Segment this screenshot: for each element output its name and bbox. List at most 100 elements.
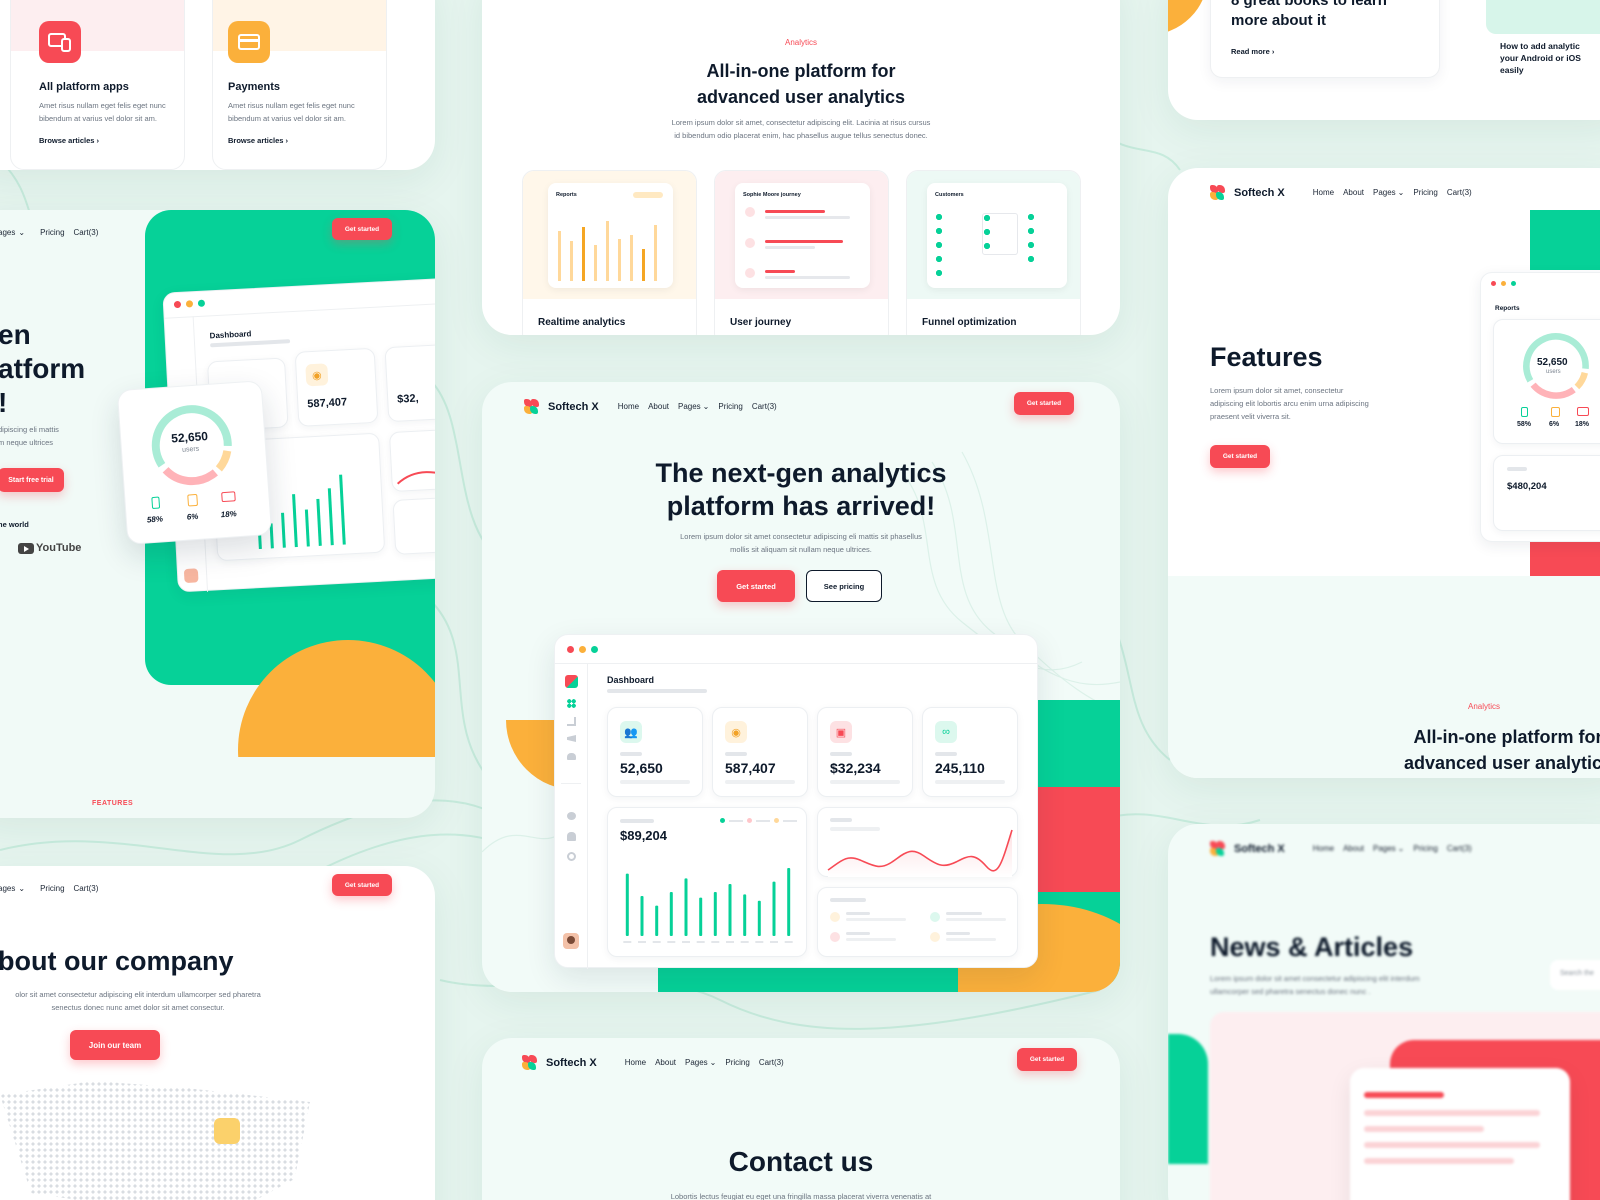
feature-card-realtime[interactable]: Reports Realtime analytics [522,170,697,335]
pct-tablet: 6% [1549,421,1560,428]
list-item[interactable] [830,932,840,942]
pct-desktop: 18% [220,509,238,520]
chart-bar [640,896,644,936]
chat-icon[interactable] [567,812,576,820]
help-card-apps[interactable]: All platform apps Amet risus nullam eget… [10,0,185,170]
article-card[interactable]: 8 great books to learn more about it Read… [1210,0,1440,78]
hero-bottom-green [658,967,958,992]
nav-pricing[interactable]: Pricing [1413,844,1437,853]
get-started-button[interactable]: Get started [1014,392,1074,415]
nav-pages[interactable]: Pages [1373,844,1396,853]
list-item[interactable] [830,912,840,922]
nav-pricing[interactable]: Pricing [1413,188,1437,197]
nav-cart[interactable]: Cart(3) [74,228,99,237]
help-card-text: Amet risus nullam eget felis eget nunc b… [228,101,355,123]
nav-pages[interactable]: Pages [685,1058,708,1067]
nav-cart[interactable]: Cart(3) [752,402,777,411]
nav-home[interactable]: Home [618,402,639,411]
chart-icon[interactable] [567,717,576,726]
feature-card-funnel[interactable]: Customers Funnel optimization [906,170,1081,335]
x-tick [623,941,632,943]
avatar[interactable] [563,933,579,949]
stat-card-links[interactable]: ∞ 245,110 [922,707,1018,797]
laptop-icon [221,491,236,503]
chart-bar [728,884,732,936]
link-icon [745,268,755,278]
nav-pages[interactable]: Pages [678,402,701,411]
nav-pages[interactable]: Pages [1373,188,1396,197]
x-tick [682,941,690,943]
stat-card-users[interactable]: 👥 52,650 [607,707,703,797]
grid-icon[interactable] [567,699,576,708]
chart-bar [655,905,659,936]
brand-logo[interactable]: Softech X [524,399,599,414]
stat-card-revenue[interactable]: ▣ $32,234 [817,707,913,797]
chart-bar [757,900,761,936]
stat-card-views[interactable]: ◉ 587,407 [712,707,808,797]
nav-about[interactable]: About [1343,844,1364,853]
nav-about[interactable]: About [1343,188,1364,197]
browse-articles-link[interactable]: Browse articles › [228,136,288,145]
read-more-link[interactable]: Read more › [1231,47,1274,56]
main-nav: Softech X Home About Pages ⌄ Pricing Cart… [1210,185,1481,200]
team-icon[interactable] [567,753,576,760]
start-free-trial-button[interactable]: Start free trial [0,468,64,492]
nav-home[interactable]: Home [625,1058,646,1067]
get-started-button[interactable]: Get started [1210,445,1270,468]
x-tick [711,941,720,943]
features-card: Softech X Home About Pages ⌄ Pricing Cart… [1168,168,1600,778]
dash-value-2: $32, [396,392,419,406]
features-text: Lorem ipsum dolor sit amet, consectetur a… [1210,386,1369,421]
gear-icon[interactable] [567,852,576,861]
bell-icon[interactable] [567,832,576,841]
nav-about[interactable]: About [655,1058,676,1067]
list-item[interactable] [930,912,940,922]
chart-bar [684,878,688,936]
search-input[interactable]: Search the [1550,960,1600,990]
nav-cart[interactable]: Cart(3) [1447,844,1472,853]
avatar [183,568,199,584]
browse-articles-link[interactable]: Browse articles › [39,136,99,145]
nav-pricing[interactable]: Pricing [40,228,64,237]
brand-logo[interactable]: Softech X [1210,841,1294,856]
reports-mock: Reports 52,650 users 58% 6% 18% $480,204 [1480,272,1600,542]
nav-pages[interactable]: ages [0,228,15,237]
hero-text: dipiscing eli mattis m neque ultrices [0,425,59,447]
news-article-preview[interactable] [1350,1068,1570,1200]
nav-home[interactable]: Home [1313,844,1334,853]
help-card-payments[interactable]: Payments Amet risus nullam eget felis eg… [212,0,387,170]
join-our-team-button[interactable]: Join our team [70,1030,160,1060]
hero-get-started-button[interactable]: Get started [717,570,795,602]
nav-pages[interactable]: ages [0,884,15,893]
list-item[interactable] [930,932,940,942]
nav-pricing[interactable]: Pricing [725,1058,749,1067]
get-started-button[interactable]: Get started [332,874,392,896]
preview-title: Reports [556,192,577,198]
megaphone-icon[interactable] [567,735,576,742]
get-started-button[interactable]: Get started [1017,1048,1077,1071]
nav-cart[interactable]: Cart(3) [74,884,99,893]
nav-about[interactable]: About [648,402,669,411]
nav-pricing[interactable]: Pricing [40,884,64,893]
flag-icon [745,207,755,217]
phone-icon [1521,407,1528,417]
nav-pricing[interactable]: Pricing [718,402,742,411]
nav-home[interactable]: Home [1313,188,1334,197]
feature-card-journey[interactable]: Sophie Moore journey User journey [714,170,889,335]
tablet-icon [1551,407,1560,417]
wallet-icon: ▣ [830,721,852,743]
chart-bar [669,892,673,936]
brand-logo[interactable]: Softech X [1210,185,1294,200]
eye-icon: ◉ [725,721,747,743]
nav-cart[interactable]: Cart(3) [1447,188,1472,197]
see-pricing-button[interactable]: See pricing [806,570,882,602]
avatar [214,1118,240,1144]
chart-bar [713,892,717,936]
users-count: 52,650 [1537,357,1568,368]
youtube-logo: YouTube [18,542,81,554]
nav-cart[interactable]: Cart(3) [759,1058,784,1067]
dashboard-window: Dashboard 👥 52,650 ◉ 587,407 ▣ $32,234 ∞… [554,634,1039,969]
brand-logo[interactable]: Softech X [522,1055,606,1070]
get-started-button[interactable]: Get started [332,218,392,240]
play-icon [18,542,34,554]
